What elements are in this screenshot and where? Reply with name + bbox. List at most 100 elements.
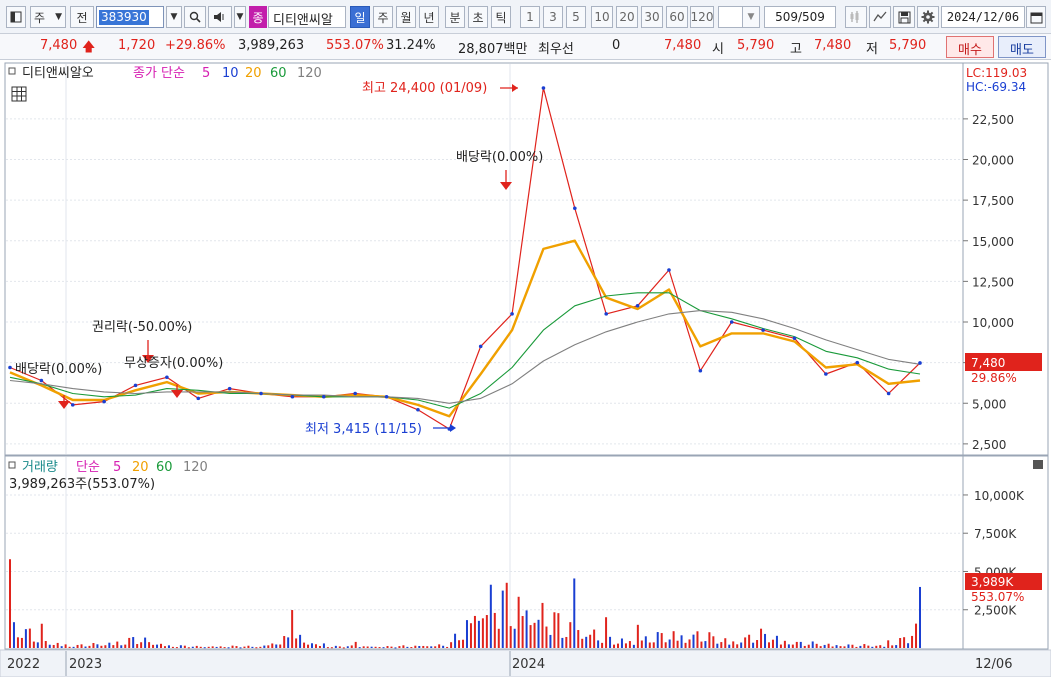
price-point: [824, 372, 828, 376]
volume-bar: [585, 636, 588, 648]
search-icon[interactable]: [184, 6, 206, 28]
tab-period-week[interactable]: 주: [373, 6, 393, 28]
price-change: 1,720: [118, 38, 156, 53]
volume-bar: [458, 640, 461, 648]
volume-bar: [167, 645, 170, 648]
market-label: 주: [34, 10, 46, 25]
volume-bar: [338, 646, 341, 648]
interval-60[interactable]: 60: [666, 6, 688, 28]
volume-bar: [410, 647, 413, 649]
volume-bar: [732, 641, 735, 648]
volume-tick-label: 10,000K: [974, 489, 1025, 503]
interval-5[interactable]: 5: [566, 6, 586, 28]
tab-period-year[interactable]: 년: [419, 6, 439, 28]
interval-dropdown-icon[interactable]: ▼: [742, 6, 760, 28]
volume-bar: [299, 634, 302, 648]
interval-30[interactable]: 30: [641, 6, 663, 28]
ma120-legend: 120: [297, 66, 322, 81]
tab-period-day[interactable]: 일: [350, 6, 370, 28]
volume-bar: [565, 636, 568, 648]
volume-bar: [32, 641, 35, 648]
interval-20[interactable]: 20: [616, 6, 638, 28]
annotation-high: 최고 24,400 (01/09): [362, 81, 487, 96]
tab-period-second[interactable]: 초: [468, 6, 488, 28]
volume-bar: [183, 645, 186, 648]
date-input[interactable]: 2024/12/06: [941, 6, 1025, 28]
tab-label: 분: [449, 10, 461, 25]
sell-button[interactable]: 매도: [998, 36, 1046, 58]
tab-period-tick[interactable]: 틱: [491, 6, 511, 28]
jong-badge[interactable]: 종: [249, 6, 267, 28]
volume-bar: [775, 635, 778, 648]
gear-icon[interactable]: [917, 6, 939, 28]
volume-bar: [318, 645, 321, 648]
volume-bar: [374, 646, 377, 648]
volume-bar: [358, 647, 361, 649]
price-point: [729, 320, 734, 324]
volume-bar: [195, 645, 198, 648]
volume-bar: [771, 639, 774, 648]
market-select[interactable]: 주 ▼: [30, 6, 66, 28]
code-dropdown-icon[interactable]: ▼: [166, 6, 182, 28]
page-count[interactable]: 509/509: [764, 6, 836, 28]
volume-bar: [394, 647, 397, 649]
volume-bar: [903, 637, 906, 648]
volume-bar: [136, 644, 139, 648]
trend-icon[interactable]: [869, 6, 891, 28]
volume-bar: [569, 622, 572, 648]
volume-bar: [191, 646, 194, 648]
turnover-rate: 31.24%: [386, 38, 436, 53]
speaker-icon[interactable]: [208, 6, 232, 28]
volume-bar: [509, 626, 512, 648]
volume-bar: [386, 646, 389, 648]
volume-bar: [744, 637, 747, 648]
volume-bar: [525, 610, 528, 648]
interval-1[interactable]: 1: [520, 6, 540, 28]
stock-chart[interactable]: 22,500 20,000 17,500 15,000 12,500 10,000 7,50…: [0, 60, 1051, 677]
volume-bar: [557, 613, 560, 648]
open-price: 5,790: [737, 38, 775, 53]
volume-bar: [402, 645, 405, 648]
volume-bar: [291, 610, 294, 648]
volume-bar: [696, 631, 699, 648]
volume-bar: [640, 640, 643, 648]
candle-icon[interactable]: [845, 6, 867, 28]
prev-button[interactable]: 전: [70, 6, 94, 28]
volume-bar: [116, 641, 119, 648]
tab-period-month[interactable]: 월: [396, 6, 416, 28]
volume-bar: [863, 644, 866, 648]
volume-bar: [16, 637, 19, 648]
speaker-dropdown-icon[interactable]: ▼: [234, 6, 246, 28]
interval-label: 30: [644, 10, 660, 24]
price-tick-label: 22,500: [972, 113, 1014, 127]
interval-3[interactable]: 3: [543, 6, 563, 28]
interval-10[interactable]: 10: [591, 6, 613, 28]
current-price: 7,480: [40, 38, 78, 53]
calendar-icon[interactable]: [1026, 6, 1046, 28]
volume-bar: [24, 629, 27, 648]
volume-bar: [700, 641, 703, 648]
volume-bar: [911, 635, 914, 648]
volume-bar: [362, 646, 365, 648]
volume-bar: [20, 637, 23, 648]
volume-bar: [48, 644, 51, 648]
volume-bar: [688, 639, 691, 648]
volume-bar: [712, 636, 715, 648]
tab-period-minute[interactable]: 분: [445, 6, 465, 28]
volume-bar: [624, 643, 627, 648]
hc-value: HC:-69.34: [966, 80, 1026, 94]
volume-bar: [787, 644, 790, 648]
volume-bar: [211, 646, 214, 648]
volume-bar: [247, 645, 250, 648]
save-icon[interactable]: [893, 6, 915, 28]
volume-bar: [724, 638, 727, 648]
volume-bar: [597, 640, 600, 648]
panel-close-icon[interactable]: [1033, 460, 1043, 469]
window-icon[interactable]: [6, 6, 26, 28]
buy-button[interactable]: 매수: [946, 36, 994, 58]
volume-bar: [879, 645, 882, 648]
volume-bar: [100, 645, 103, 648]
volume-bar: [314, 644, 317, 648]
interval-120[interactable]: 120: [690, 6, 714, 28]
stock-code-input[interactable]: 383930: [96, 6, 164, 28]
